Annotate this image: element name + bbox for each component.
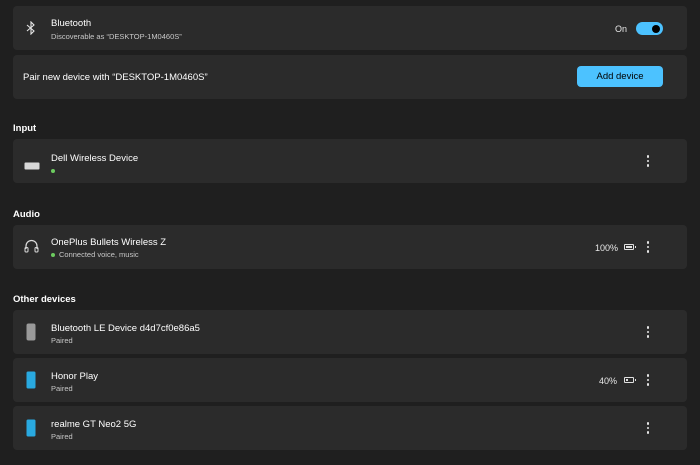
connected-indicator bbox=[51, 169, 55, 174]
device-status: Paired bbox=[51, 432, 73, 441]
more-options-icon[interactable] bbox=[643, 325, 653, 339]
more-options-icon[interactable] bbox=[643, 240, 653, 254]
toggle-knob bbox=[652, 24, 660, 33]
section-other-heading: Other devices bbox=[13, 294, 76, 305]
device-status: Paired bbox=[51, 384, 73, 393]
device-status bbox=[51, 166, 59, 175]
connected-indicator bbox=[51, 253, 55, 258]
more-options-icon[interactable] bbox=[643, 373, 653, 387]
bluetooth-icon bbox=[26, 20, 36, 40]
device-row-dell[interactable]: Dell Wireless Device bbox=[13, 139, 687, 183]
device-status: Paired bbox=[51, 336, 73, 345]
device-name: realme GT Neo2 5G bbox=[51, 419, 137, 430]
device-name: Bluetooth LE Device d4d7cf0e86a5 bbox=[51, 323, 200, 334]
add-device-button[interactable]: Add device bbox=[577, 66, 663, 87]
more-options-icon[interactable] bbox=[643, 154, 653, 168]
bluetooth-subtitle: Discoverable as “DESKTOP-1M0460S” bbox=[51, 32, 182, 41]
device-name: OnePlus Bullets Wireless Z bbox=[51, 237, 167, 248]
device-status: Connected voice, music bbox=[51, 250, 139, 259]
section-audio-heading: Audio bbox=[13, 209, 40, 220]
phone-icon bbox=[26, 419, 36, 442]
battery-icon bbox=[624, 377, 636, 383]
pair-device-card: Pair new device with “DESKTOP-1M0460S” A… bbox=[13, 55, 687, 99]
device-row-honor[interactable]: Honor Play Paired 40% bbox=[13, 358, 687, 402]
battery-icon bbox=[624, 244, 636, 250]
section-input-heading: Input bbox=[13, 123, 37, 134]
keyboard-icon bbox=[24, 157, 40, 175]
device-row-realme[interactable]: realme GT Neo2 5G Paired bbox=[13, 406, 687, 450]
device-name: Dell Wireless Device bbox=[51, 153, 139, 164]
more-options-icon[interactable] bbox=[643, 421, 653, 435]
bluetooth-title: Bluetooth bbox=[51, 18, 92, 29]
battery-percent: 40% bbox=[599, 376, 618, 386]
bluetooth-state-label: On bbox=[615, 24, 628, 34]
phone-icon bbox=[26, 371, 36, 394]
headphones-icon bbox=[24, 239, 39, 258]
pair-device-label: Pair new device with “DESKTOP-1M0460S” bbox=[23, 72, 208, 83]
device-row-ble[interactable]: Bluetooth LE Device d4d7cf0e86a5 Paired bbox=[13, 310, 687, 354]
speaker-device-icon bbox=[26, 323, 36, 346]
device-row-oneplus[interactable]: OnePlus Bullets Wireless Z Connected voi… bbox=[13, 225, 687, 269]
bluetooth-toggle[interactable] bbox=[636, 22, 663, 35]
bluetooth-card: Bluetooth Discoverable as “DESKTOP-1M046… bbox=[13, 6, 687, 50]
device-name: Honor Play bbox=[51, 371, 98, 382]
battery-percent: 100% bbox=[595, 243, 619, 253]
